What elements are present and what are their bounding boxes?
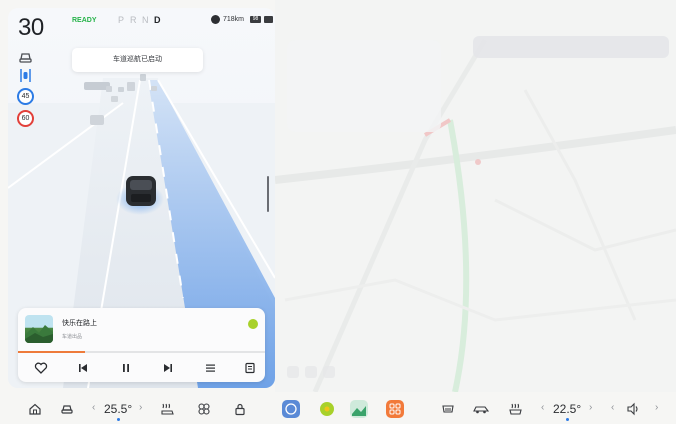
lane-assist-icon	[20, 69, 31, 82]
battery-badge: 98	[250, 16, 261, 23]
artist-name: 车道出品	[62, 334, 83, 340]
speed-readout: 30	[18, 14, 44, 41]
defrost-icon[interactable]	[441, 402, 455, 416]
music-app-icon[interactable]	[318, 400, 336, 418]
playlist-icon[interactable]	[203, 361, 217, 375]
lyrics-icon[interactable]	[243, 361, 257, 375]
ego-car	[126, 176, 156, 206]
vehicle	[106, 86, 112, 92]
speed-limit-45: 45	[17, 88, 34, 105]
car-icon[interactable]	[60, 402, 74, 416]
playback-progress[interactable]	[18, 351, 265, 353]
vehicle	[127, 82, 135, 91]
right-temp-indicator	[566, 418, 569, 421]
map-button[interactable]	[305, 366, 317, 378]
gear-n: N	[142, 15, 149, 25]
left-temperature: 25.5°	[104, 402, 133, 416]
volume-down-icon[interactable]: ‹	[611, 402, 614, 413]
vehicle	[140, 74, 146, 81]
left-temp-down-icon[interactable]: ‹	[92, 402, 95, 413]
home-icon[interactable]	[28, 402, 42, 416]
vehicle	[118, 87, 124, 92]
maps-app-icon[interactable]	[350, 400, 368, 418]
rear-heat-icon[interactable]	[508, 402, 523, 416]
left-temp-up-icon[interactable]: ›	[139, 402, 142, 413]
album-art[interactable]	[25, 315, 53, 343]
music-card[interactable]: 快乐在路上 车道出品	[18, 308, 265, 382]
range-readout: 718km	[223, 16, 245, 23]
seat-heat-icon[interactable]	[160, 402, 176, 416]
volume-icon[interactable]	[626, 402, 640, 416]
vehicle	[151, 86, 157, 91]
adas-toast: 车道巡航已启动	[72, 48, 203, 72]
phone-icon	[264, 16, 273, 23]
map-button[interactable]	[323, 366, 335, 378]
bottom-dock: ‹ 25.5° › ‹ 22.5° › ‹ ›	[0, 392, 676, 424]
music-source-icon[interactable]	[248, 319, 258, 329]
right-temperature: 22.5°	[553, 402, 582, 416]
gear-r: R	[130, 15, 137, 25]
song-title: 快乐在路上	[62, 320, 97, 327]
vehicle	[111, 96, 118, 102]
vehicle	[90, 115, 104, 125]
left-temp-indicator	[117, 418, 120, 421]
fan-icon[interactable]	[197, 402, 211, 416]
previous-track-icon[interactable]	[76, 361, 90, 375]
next-track-icon[interactable]	[161, 361, 175, 375]
screen: 30 READY P R N D 718km 98 45 60 车道巡航已启动	[0, 0, 676, 424]
gear-p: P	[118, 15, 125, 25]
right-temp-down-icon[interactable]: ‹	[541, 402, 544, 413]
ready-indicator: READY	[72, 17, 97, 24]
steering-wheel-icon	[19, 53, 32, 63]
scroll-indicator[interactable]	[267, 176, 269, 212]
range-icon	[211, 15, 220, 24]
pause-icon[interactable]	[119, 361, 133, 375]
navigation-map[interactable]	[275, 0, 676, 392]
map-status-bar	[275, 8, 676, 32]
car-mode-icon[interactable]	[472, 402, 490, 416]
map-search-bar[interactable]	[473, 36, 669, 58]
driving-panel: 30 READY P R N D 718km 98 45 60 车道巡航已启动	[8, 8, 275, 388]
lock-icon[interactable]	[233, 402, 247, 416]
turn-guidance-card[interactable]	[287, 40, 441, 132]
map-button[interactable]	[287, 366, 299, 378]
right-temp-up-icon[interactable]: ›	[589, 402, 592, 413]
360-camera-app-icon[interactable]	[282, 400, 300, 418]
gear-d: D	[154, 15, 161, 25]
speed-limit-60: 60	[17, 110, 34, 127]
heart-icon[interactable]	[34, 361, 48, 375]
apps-app-icon[interactable]	[386, 400, 404, 418]
volume-up-icon[interactable]: ›	[655, 402, 658, 413]
playback-progress-fill	[18, 351, 85, 353]
